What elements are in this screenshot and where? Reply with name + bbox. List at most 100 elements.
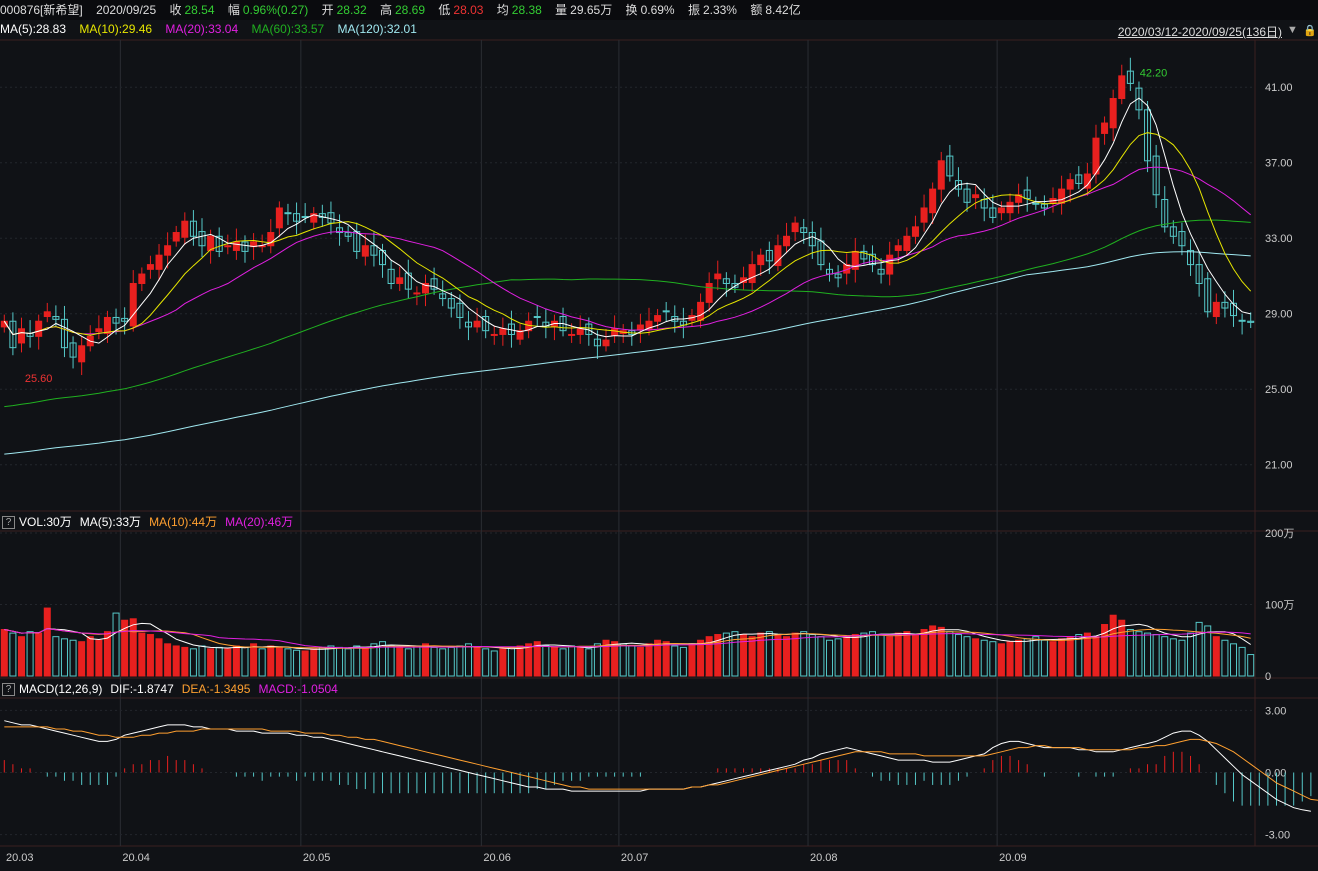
volume-bar xyxy=(645,643,653,677)
volume-bar xyxy=(86,636,94,677)
volume-bar xyxy=(972,638,980,677)
volume-bar xyxy=(189,648,197,677)
volume-bar xyxy=(129,618,137,677)
volume-bar xyxy=(1247,654,1255,677)
candle-body xyxy=(129,282,137,327)
candle-body xyxy=(911,226,919,237)
volume-bar xyxy=(825,639,834,677)
price-tick-label: 41.00 xyxy=(1265,82,1293,94)
volume-bar xyxy=(1238,646,1246,677)
volume-bar xyxy=(327,645,335,677)
min-price-label: 25.60 xyxy=(25,373,53,385)
volume-bar xyxy=(95,639,103,677)
volume-bar xyxy=(894,632,902,677)
candle-body xyxy=(17,328,25,344)
volume-bar xyxy=(172,645,180,677)
candle-body xyxy=(576,328,584,335)
stock-chart-window: { "header": { "code_name": "000876[新希望]"… xyxy=(0,0,1318,871)
volume-bar xyxy=(722,632,730,677)
candle-body xyxy=(103,316,111,335)
candle-body xyxy=(275,207,283,229)
volume-bar xyxy=(464,643,472,677)
volume-bar xyxy=(396,646,404,677)
candle-body xyxy=(757,254,765,266)
volume-bar xyxy=(911,634,919,677)
candle-body xyxy=(602,339,610,347)
vol-value: VOL:30万 xyxy=(19,515,72,529)
candle-body xyxy=(929,188,937,214)
volume-bar xyxy=(198,645,206,677)
volume-bar xyxy=(1049,641,1057,677)
volume-tick-label: 100万 xyxy=(1265,600,1294,612)
volume-bar xyxy=(224,648,232,677)
candle-body xyxy=(972,194,980,199)
vol-ma20: MA(20):46万 xyxy=(225,515,294,529)
volume-bar xyxy=(619,643,627,677)
chart-canvas[interactable]: 20.03 20.04 20.05 20.06 20.07 20.08 20.09 41.00… xyxy=(0,0,1318,871)
volume-bar xyxy=(1023,638,1031,677)
macd-tick-label: 3.00 xyxy=(1265,705,1286,717)
volume-bar xyxy=(1040,639,1048,677)
volume-bar xyxy=(593,643,601,677)
volume-bar xyxy=(413,645,421,677)
candle-body xyxy=(903,235,911,251)
volume-bar xyxy=(1135,631,1143,677)
volume-bar xyxy=(697,639,705,677)
candle-body xyxy=(473,320,481,328)
vol-ma5: MA(5):33万 xyxy=(79,515,142,529)
volume-bar xyxy=(370,643,378,677)
volume-bar xyxy=(817,636,825,677)
volume-legend: ? VOL:30万 MA(5):33万 MA(10):44万 MA(20):46万 xyxy=(0,513,301,531)
x-tick-label: 20.04 xyxy=(122,852,150,864)
volume-bar xyxy=(267,645,275,677)
x-tick-label: 20.09 xyxy=(999,852,1027,864)
volume-bar xyxy=(1204,625,1212,677)
price-tick-label: 25.00 xyxy=(1265,384,1293,396)
volume-bar xyxy=(731,631,739,677)
vol-ma10: MA(10):44万 xyxy=(149,515,218,529)
volume-tick-label: 0 xyxy=(1265,671,1271,683)
volume-bar xyxy=(52,636,60,677)
candle-body xyxy=(886,254,894,275)
volume-bar xyxy=(473,646,481,677)
volume-bar xyxy=(679,646,687,677)
volume-bar xyxy=(585,648,593,677)
volume-bar xyxy=(671,645,679,677)
volume-bar xyxy=(207,648,215,677)
macd-tick-label: -3.00 xyxy=(1265,830,1290,842)
x-tick-label: 20.07 xyxy=(621,852,649,864)
volume-bar xyxy=(146,634,154,677)
volume-bar xyxy=(1058,638,1066,677)
help-icon[interactable]: ? xyxy=(2,516,15,530)
volume-bar xyxy=(1212,636,1220,677)
volume-bar xyxy=(576,646,584,677)
volume-bar xyxy=(1118,619,1126,677)
candle-body xyxy=(78,345,86,363)
volume-bar xyxy=(241,646,249,677)
help-icon[interactable]: ? xyxy=(2,683,15,697)
volume-bar xyxy=(318,646,326,677)
volume-bar xyxy=(886,636,894,677)
volume-bar xyxy=(868,631,876,677)
ma5-line xyxy=(3,97,1251,344)
volume-bar xyxy=(361,646,369,677)
volume-bar xyxy=(997,643,1005,677)
candle-body xyxy=(705,282,713,303)
volume-bar xyxy=(1075,634,1083,677)
volume-bar xyxy=(1032,636,1040,677)
dea-value: DEA:-1.3495 xyxy=(181,682,251,696)
volume-bar xyxy=(456,645,464,677)
candle-body xyxy=(533,316,541,319)
volume-bar xyxy=(293,649,301,677)
candle-body xyxy=(155,254,163,270)
candle-body xyxy=(43,311,51,318)
candle-body xyxy=(748,264,756,284)
volume-bar xyxy=(688,643,696,677)
volume-bar xyxy=(791,632,799,677)
volume-bar xyxy=(138,632,146,677)
volume-bar xyxy=(774,634,782,677)
candle-body xyxy=(783,235,791,247)
candle-body xyxy=(413,292,421,295)
volume-bar xyxy=(155,638,163,677)
volume-bar xyxy=(1169,638,1177,677)
